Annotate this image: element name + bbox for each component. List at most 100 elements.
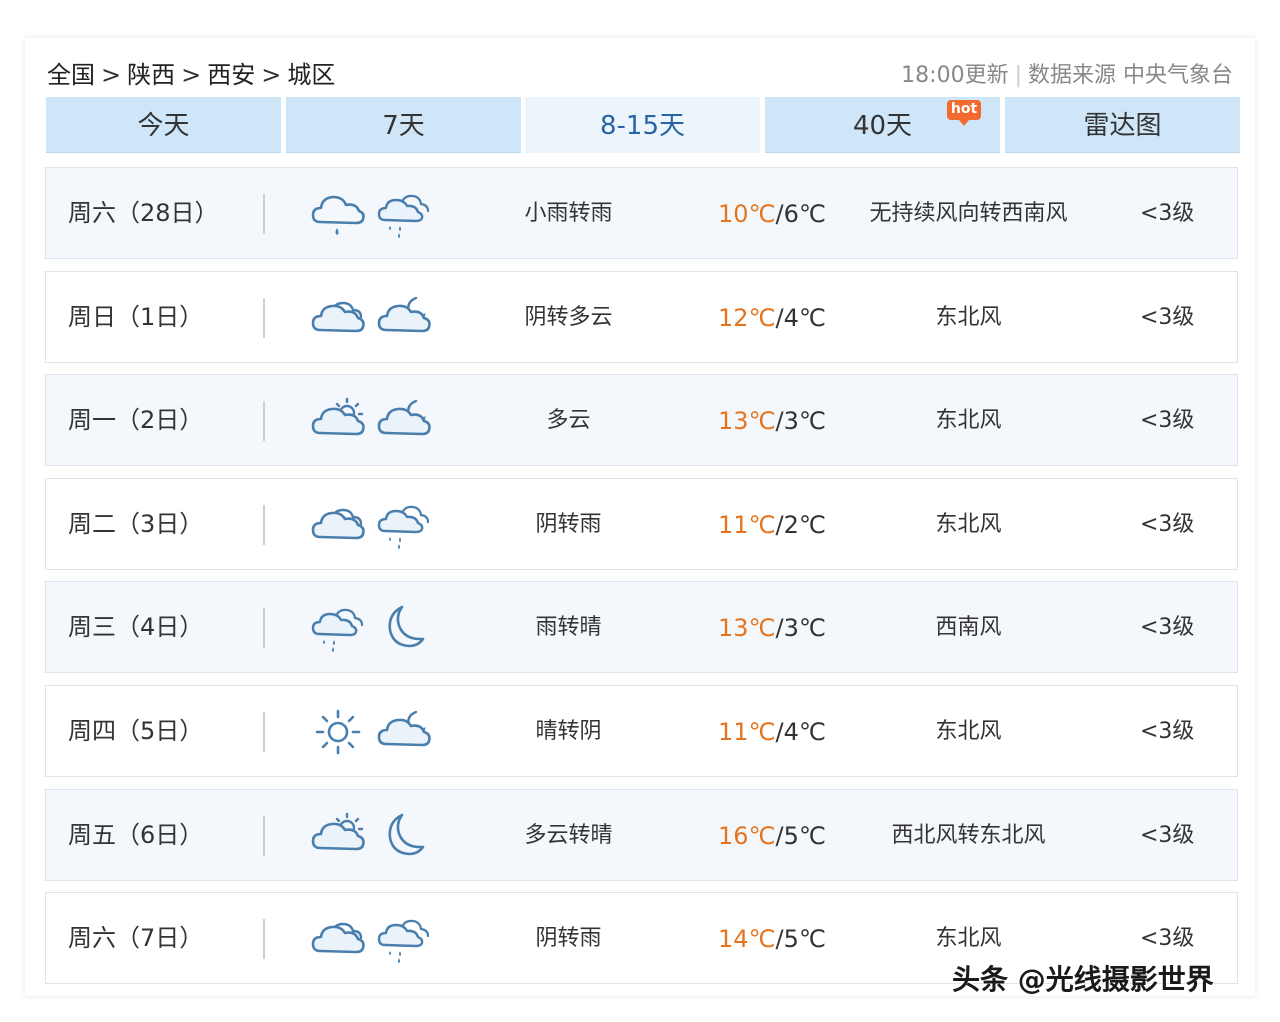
temp-separator: / [775,511,784,539]
column-divider [263,919,265,959]
temp-high: 11℃ [718,718,776,746]
column-divider [263,298,265,338]
partly-cloudy-day-icon [310,395,366,447]
wind-level: <3级 [1140,719,1195,744]
overcast-cloud-icon [310,499,366,551]
wind-direction: 西南风 [935,615,1002,640]
temp-high: 16℃ [718,822,776,850]
weather-description: 多云转晴 [524,823,613,848]
tab-7-days[interactable]: 7天 [286,97,521,153]
sun-icon [310,706,366,758]
forecast-tabs: 今天 7天 8-15天 40天 hot 雷达图 [46,97,1240,153]
day-date: 周六（7日） [68,924,204,952]
breadcrumb-separator: > [181,61,202,89]
overcast-cloud-icon [310,292,366,344]
wind-level: <3级 [1140,615,1195,640]
day-row: 周四（5日） 晴转阴 11℃/4℃ 东北风 <3级 [45,685,1238,777]
temp-low: 6℃ [783,200,826,228]
wind-direction: 西北风转东北风 [891,823,1046,848]
temperature-range: 13℃/3℃ [718,582,826,674]
wind-level: <3级 [1140,512,1195,537]
moon-icon [376,602,432,654]
temp-high: 10℃ [718,200,776,228]
weather-description: 阴转雨 [535,926,602,951]
temp-separator: / [775,304,784,332]
day-row: 周二（3日） 阴转雨 11℃/2℃ 东北风 <3级 [45,478,1238,570]
day-date: 周五（6日） [68,821,204,849]
wind-direction: 东北风 [935,719,1002,744]
temperature-range: 11℃/2℃ [718,479,826,571]
column-divider [263,608,265,648]
cloudy-night-icon [376,292,432,344]
wind-level: <3级 [1140,823,1195,848]
weather-description: 多云 [546,408,591,433]
temperature-range: 13℃/3℃ [718,375,826,467]
temp-low: 5℃ [783,925,826,953]
tab-8-15-days[interactable]: 8-15天 [525,97,760,153]
temp-low: 2℃ [783,511,826,539]
breadcrumb: 全国 > 陕西 > 西安 > 城区 [47,55,335,90]
temperature-range: 11℃/4℃ [718,686,826,778]
day-date: 周三（4日） [68,613,204,641]
cloudy-night-icon [376,395,432,447]
top-bar: 全国 > 陕西 > 西安 > 城区 18:00更新 | 数据来源 中央气象台 [47,55,1233,91]
wind-level: <3级 [1140,408,1195,433]
tab-label: 40天 [852,111,913,141]
temp-separator: / [775,200,784,228]
showers-cloud-icon [376,913,432,965]
update-info: 18:00更新 | 数据来源 中央气象台 [901,57,1233,89]
day-row: 周日（1日） 阴转多云 12℃/4℃ 东北风 <3级 [45,271,1238,363]
temperature-range: 10℃/6℃ [718,168,826,260]
update-time: 18:00更新 [901,63,1009,88]
temp-low: 3℃ [783,614,826,642]
wind-direction: 东北风 [935,512,1002,537]
breadcrumb-city[interactable]: 西安 [207,61,255,89]
column-divider [263,194,265,234]
breadcrumb-country[interactable]: 全国 [47,61,95,89]
day-date: 周四（5日） [68,717,204,745]
temp-high: 14℃ [718,925,776,953]
cloudy-night-icon [376,706,432,758]
column-divider [263,712,265,752]
wind-direction: 无持续风向转西南风 [869,201,1068,226]
watermark: 头条 @光线摄影世界 [952,963,1214,996]
day-date: 周二（3日） [68,510,204,538]
moon-icon [376,810,432,862]
breadcrumb-separator: > [261,61,282,89]
wind-direction: 东北风 [935,305,1002,330]
info-divider: | [1014,63,1022,88]
day-date: 周六（28日） [68,199,219,227]
breadcrumb-province[interactable]: 陕西 [127,61,175,89]
tab-label: 8-15天 [599,111,685,141]
weather-description: 晴转阴 [535,719,602,744]
weather-description: 阴转雨 [535,512,602,537]
tab-label: 今天 [137,111,190,141]
day-row: 周五（6日） 多云转晴 16℃/5℃ 西北风转东北风 <3级 [45,789,1238,881]
day-row: 周六（28日） 小雨转雨 10℃/6℃ 无持续风向转西南风 <3级 [45,167,1238,259]
column-divider [263,816,265,856]
wind-direction: 东北风 [935,408,1002,433]
temp-separator: / [775,614,784,642]
temp-low: 4℃ [783,304,826,332]
weather-description: 小雨转雨 [524,201,613,226]
showers-cloud-icon [376,188,432,240]
temp-separator: / [775,822,784,850]
rain-cloud-icon [310,188,366,240]
tab-label: 雷达图 [1083,111,1162,141]
tab-today[interactable]: 今天 [46,97,281,153]
breadcrumb-separator: > [101,61,122,89]
tab-radar[interactable]: 雷达图 [1005,97,1240,153]
temp-separator: / [775,925,784,953]
showers-cloud-icon [310,602,366,654]
tab-40-days[interactable]: 40天 hot [765,97,1000,153]
hot-badge: hot [947,100,981,126]
breadcrumb-district: 城区 [287,61,336,89]
day-row: 周三（4日） 雨转晴 13℃/3℃ 西南风 <3级 [45,581,1238,673]
temp-high: 12℃ [718,304,776,332]
day-date: 周日（1日） [68,303,204,331]
temp-low: 4℃ [783,718,826,746]
overcast-cloud-icon [310,913,366,965]
partly-cloudy-day-icon [310,810,366,862]
column-divider [263,505,265,545]
temp-separator: / [775,407,784,435]
